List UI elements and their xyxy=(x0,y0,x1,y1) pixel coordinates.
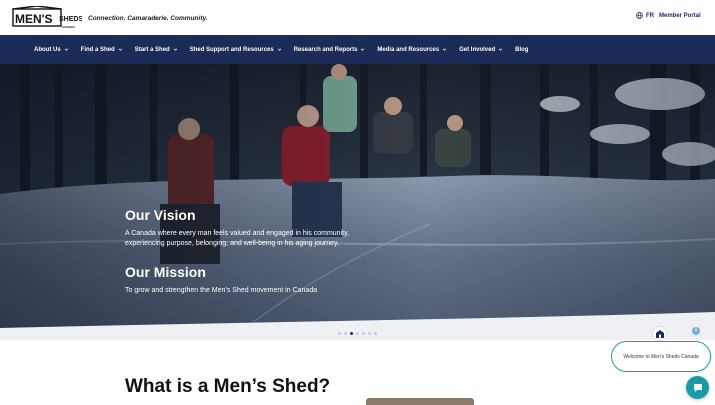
hero-snow-forest-image xyxy=(0,64,715,340)
nav-label: Blog xyxy=(515,46,529,53)
mission-heading: Our Mission xyxy=(125,264,206,280)
vision-text: A Canada where every man feels valued an… xyxy=(125,230,350,247)
chevron-down-icon xyxy=(118,48,122,51)
main-nav: About Us Find a Shed Start a Shed Shed S… xyxy=(0,35,715,64)
section-image xyxy=(366,398,474,405)
carousel-dot[interactable] xyxy=(356,332,359,335)
svg-text:MEN'S: MEN'S xyxy=(15,12,53,26)
chat-close-button[interactable]: × xyxy=(692,327,700,335)
language-switch[interactable]: FR xyxy=(636,12,654,19)
carousel-pagination xyxy=(338,332,377,335)
carousel-dot[interactable] xyxy=(338,332,341,335)
vision-heading: Our Vision xyxy=(125,207,196,223)
language-label: FR xyxy=(646,12,654,19)
nav-label: Shed Support and Resources xyxy=(189,46,274,53)
site-header: MEN'S SHEDS CANADA Connection. Camarader… xyxy=(0,0,715,35)
globe-icon xyxy=(636,12,643,19)
chat-welcome-bubble[interactable]: Welcome to Men's Sheds Canada xyxy=(611,341,711,372)
chevron-down-icon xyxy=(361,48,365,51)
chat-launcher-button[interactable] xyxy=(686,376,709,399)
nav-label: Research and Reports xyxy=(293,46,358,53)
carousel-dot[interactable] xyxy=(350,332,353,335)
nav-item-find-a-shed[interactable]: Find a Shed xyxy=(81,47,123,53)
member-portal-link[interactable]: Member Portal xyxy=(659,13,701,19)
nav-label: Get Involved xyxy=(459,46,496,53)
carousel-dot[interactable] xyxy=(374,332,377,335)
nav-item-shed-support[interactable]: Shed Support and Resources xyxy=(190,47,282,53)
nav-label: Start a Shed xyxy=(134,46,170,53)
section-heading: What is a Men’s Shed? xyxy=(125,376,331,397)
shed-logo-icon xyxy=(655,329,664,338)
nav-label: About Us xyxy=(34,46,61,53)
chevron-down-icon xyxy=(173,48,177,51)
mission-text: To grow and strengthen the Men’s Shed mo… xyxy=(125,287,318,294)
nav-item-media-resources[interactable]: Media and Resources xyxy=(377,47,447,53)
nav-item-start-a-shed[interactable]: Start a Shed xyxy=(135,47,178,53)
carousel-dot[interactable] xyxy=(368,332,371,335)
carousel-dot[interactable] xyxy=(362,332,365,335)
chat-welcome-text: Welcome to Men's Sheds Canada xyxy=(623,353,699,360)
mens-sheds-logo[interactable]: MEN'S SHEDS CANADA xyxy=(12,6,82,30)
site-tagline: Connection. Camaraderie. Community. xyxy=(88,15,208,22)
nav-item-research-reports[interactable]: Research and Reports xyxy=(294,47,366,53)
svg-text:SHEDS: SHEDS xyxy=(59,16,82,23)
svg-text:CANADA: CANADA xyxy=(62,25,76,29)
nav-item-blog[interactable]: Blog xyxy=(515,47,528,53)
chevron-down-icon xyxy=(442,48,447,51)
chat-icon xyxy=(693,383,702,392)
carousel-dot[interactable] xyxy=(344,332,347,335)
nav-item-get-involved[interactable]: Get Involved xyxy=(459,47,503,53)
chat-avatar xyxy=(652,326,667,341)
chevron-down-icon xyxy=(277,48,281,51)
nav-label: Media and Resources xyxy=(377,46,440,53)
chevron-down-icon xyxy=(498,48,503,51)
nav-item-about-us[interactable]: About Us xyxy=(34,47,69,53)
chevron-down-icon xyxy=(64,48,68,51)
nav-label: Find a Shed xyxy=(80,46,115,53)
hero-banner: Our Vision A Canada where every man feel… xyxy=(0,64,715,340)
